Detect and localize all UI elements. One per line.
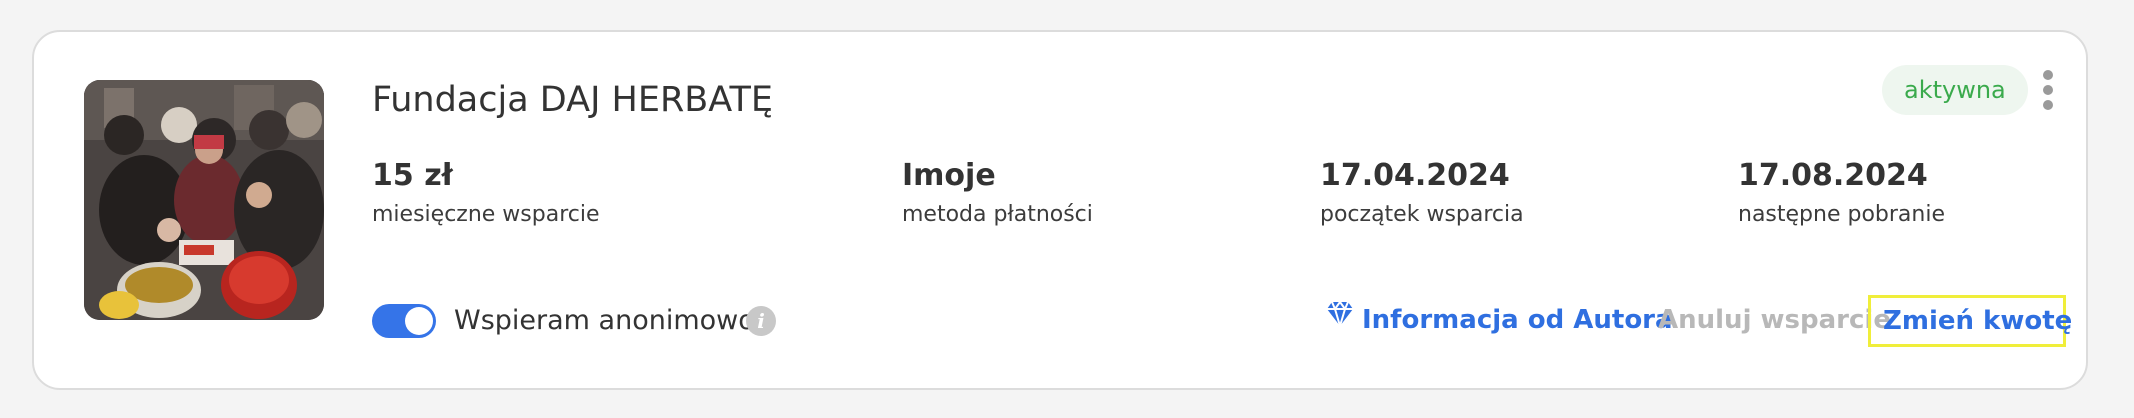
cancel-support-link[interactable]: Anuluj wsparcie [1658, 300, 1891, 340]
stat-payment-method: Imoje metoda płatności [902, 156, 1093, 230]
anonymous-label: Wspieram anonimowo [454, 305, 755, 336]
stat-value: 17.08.2024 [1738, 158, 1928, 193]
diamond-icon [1326, 299, 1354, 339]
author-info-label: Informacja od Autora [1362, 305, 1673, 335]
more-options-icon[interactable] [2036, 70, 2060, 110]
more-dot [2043, 85, 2053, 95]
stat-label: następne pobranie [1738, 202, 1945, 227]
more-dot [2043, 70, 2053, 80]
fundraiser-image [84, 80, 324, 320]
status-badge: aktywna [1882, 65, 2028, 115]
stat-start-date: 17.04.2024 początek wsparcia [1320, 156, 1524, 230]
stat-next-charge: 17.08.2024 następne pobranie [1738, 156, 1945, 230]
support-card: Fundacja DAJ HERBATĘ aktywna 15 zł miesi… [32, 30, 2088, 390]
stat-label: metoda płatności [902, 202, 1093, 227]
anonymous-toggle[interactable] [372, 304, 436, 338]
stat-value: 15 zł [372, 158, 453, 193]
toggle-knob [405, 307, 433, 335]
stat-value: Imoje [902, 158, 996, 193]
author-info-link[interactable]: Informacja od Autora [1326, 299, 1673, 340]
info-icon[interactable]: i [746, 306, 776, 336]
change-amount-link[interactable]: Zmień kwotę [1868, 295, 2072, 347]
fundraiser-title: Fundacja DAJ HERBATĘ [372, 80, 773, 120]
stat-value: 17.04.2024 [1320, 158, 1510, 193]
stat-label: początek wsparcia [1320, 202, 1524, 227]
stat-monthly-support: 15 zł miesięczne wsparcie [372, 156, 600, 230]
stat-label: miesięczne wsparcie [372, 202, 600, 227]
more-dot [2043, 100, 2053, 110]
